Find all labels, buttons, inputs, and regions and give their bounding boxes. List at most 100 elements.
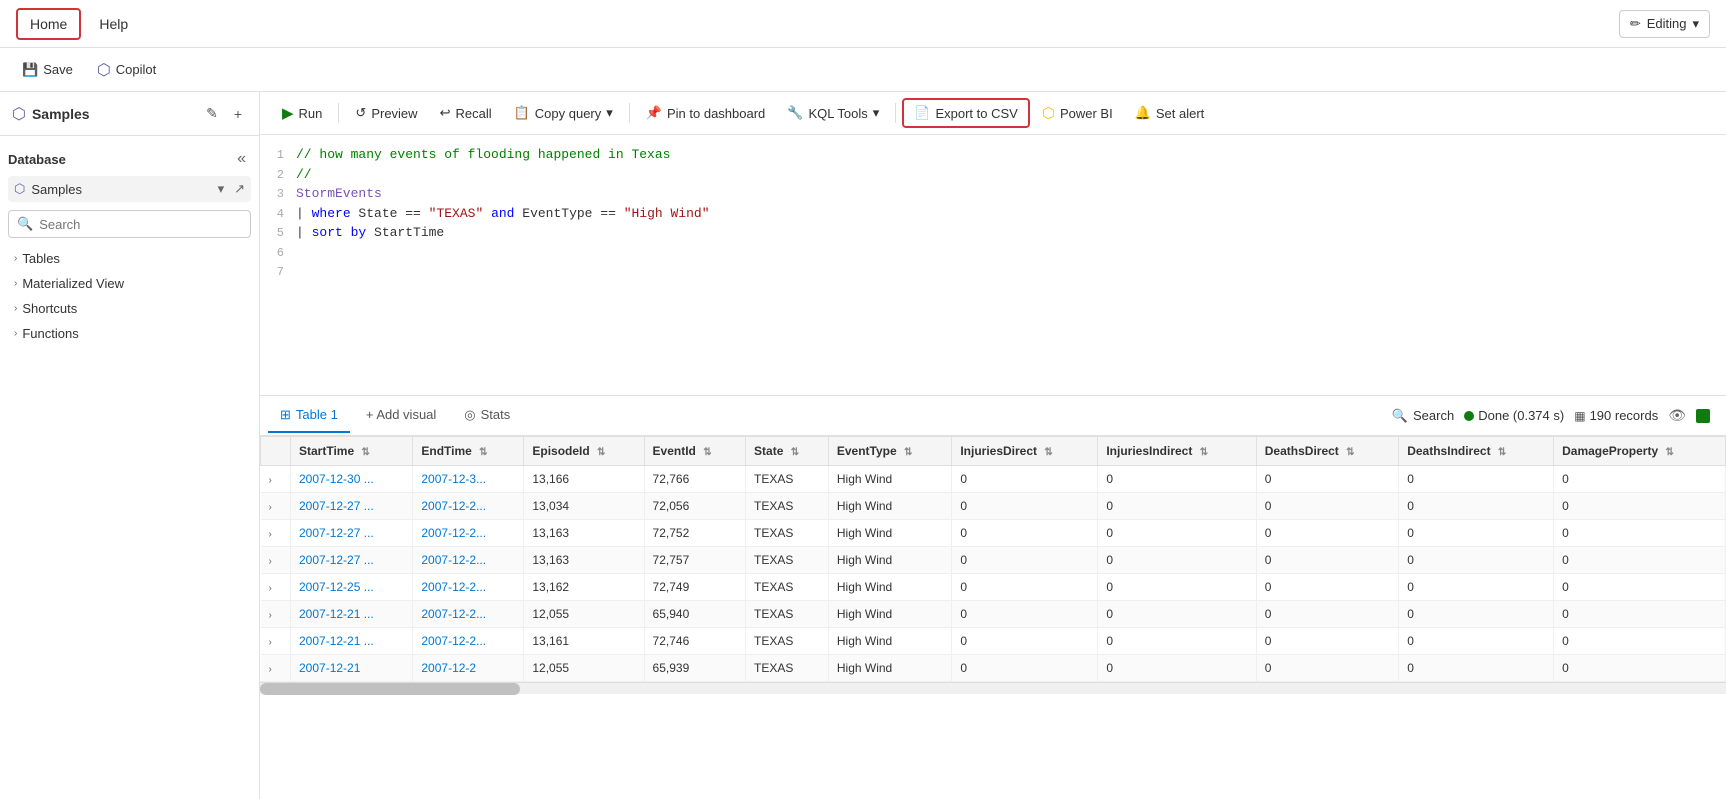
sidebar-item-functions[interactable]: › Functions <box>8 321 251 346</box>
db-selector[interactable]: ⬡ Samples ▾ ↗ <box>8 176 251 202</box>
add-workspace-button[interactable]: + <box>229 103 247 125</box>
pin-dashboard-button[interactable]: 📌 Pin to dashboard <box>636 100 775 126</box>
cell-episodeid: 13,166 <box>524 466 644 493</box>
nav-home[interactable]: Home <box>16 8 81 40</box>
col-episodeid[interactable]: EpisodeId ⇅ <box>524 437 644 466</box>
edit-workspace-button[interactable]: ✎ <box>201 102 223 125</box>
col-endtime[interactable]: EndTime ⇅ <box>413 437 524 466</box>
expand-cell[interactable]: › <box>261 466 291 493</box>
export-csv-button[interactable]: 📄 Export to CSV <box>902 98 1030 128</box>
cell-injdirect: 0 <box>952 466 1098 493</box>
cell-starttime[interactable]: 2007-12-25 ... <box>291 574 413 601</box>
copy-query-button[interactable]: 📋 Copy query ▾ <box>504 100 623 126</box>
tabs-right: 🔍 Search Done (0.374 s) ▦ 190 records 👁 <box>1392 407 1718 424</box>
col-deathsdirect[interactable]: DeathsDirect ⇅ <box>1256 437 1398 466</box>
samples-icon: ⬡ <box>12 104 26 124</box>
cell-starttime[interactable]: 2007-12-27 ... <box>291 520 413 547</box>
cell-starttime[interactable]: 2007-12-21 <box>291 655 413 682</box>
chevron-right-icon: › <box>14 278 17 289</box>
col-state[interactable]: State ⇅ <box>746 437 829 466</box>
preview-button[interactable]: ↺ Preview <box>345 100 427 126</box>
table-header: StartTime ⇅ EndTime ⇅ EpisodeId ⇅ EventI… <box>261 437 1726 466</box>
sidebar-item-shortcuts[interactable]: › Shortcuts <box>8 296 251 321</box>
set-alert-button[interactable]: 🔔 Set alert <box>1125 100 1215 126</box>
cell-episodeid: 13,034 <box>524 493 644 520</box>
cell-endtime[interactable]: 2007-12-2... <box>413 547 524 574</box>
workspace-label: Samples <box>32 106 195 122</box>
add-visual-tab[interactable]: + Add visual <box>354 399 448 432</box>
horizontal-scrollbar[interactable] <box>260 682 1726 694</box>
nav-help[interactable]: Help <box>85 8 142 40</box>
separator-1 <box>338 103 339 123</box>
cell-damageproperty: 0 <box>1554 628 1726 655</box>
editing-button[interactable]: ✏ Editing ▾ <box>1619 10 1710 38</box>
cell-starttime[interactable]: 2007-12-27 ... <box>291 493 413 520</box>
col-injindirect[interactable]: InjuriesIndirect ⇅ <box>1098 437 1256 466</box>
table-row: › 2007-12-27 ... 2007-12-2... 13,163 72,… <box>261 520 1726 547</box>
external-link-icon[interactable]: ↗ <box>234 181 245 197</box>
expand-cell[interactable]: › <box>261 493 291 520</box>
search-results-button[interactable]: 🔍 Search <box>1392 408 1454 424</box>
cell-eventid: 72,749 <box>644 574 746 601</box>
cell-injdirect: 0 <box>952 547 1098 574</box>
col-deathsindirect[interactable]: DeathsIndirect ⇅ <box>1399 437 1554 466</box>
code-editor[interactable]: 1 // how many events of flooding happene… <box>260 135 1726 395</box>
col-eventtype[interactable]: EventType ⇅ <box>828 437 951 466</box>
col-damageproperty[interactable]: DamageProperty ⇅ <box>1554 437 1726 466</box>
cell-starttime[interactable]: 2007-12-30 ... <box>291 466 413 493</box>
cell-deathsdirect: 0 <box>1256 655 1398 682</box>
cell-endtime[interactable]: 2007-12-2... <box>413 574 524 601</box>
expand-cell[interactable]: › <box>261 628 291 655</box>
copilot-button[interactable]: ⬡ Copilot <box>87 55 166 85</box>
expand-cell[interactable]: › <box>261 520 291 547</box>
data-table-wrap[interactable]: StartTime ⇅ EndTime ⇅ EpisodeId ⇅ EventI… <box>260 436 1726 799</box>
eye-icon[interactable]: 👁 <box>1668 407 1686 424</box>
separator-2 <box>629 103 630 123</box>
cell-endtime[interactable]: 2007-12-2... <box>413 520 524 547</box>
expand-cell[interactable]: › <box>261 601 291 628</box>
cell-injdirect: 0 <box>952 601 1098 628</box>
expand-cell[interactable]: › <box>261 574 291 601</box>
table-1-tab[interactable]: ⊞ Table 1 <box>268 399 350 433</box>
stats-tab[interactable]: ◎ Stats <box>452 399 522 433</box>
cell-endtime[interactable]: 2007-12-2... <box>413 601 524 628</box>
sidebar-header: ⬡ Samples ✎ + <box>0 92 259 136</box>
sidebar-item-materialized-view[interactable]: › Materialized View <box>8 271 251 296</box>
tables-label: Tables <box>22 251 60 266</box>
cell-starttime[interactable]: 2007-12-27 ... <box>291 547 413 574</box>
expand-cell[interactable]: › <box>261 655 291 682</box>
recall-button[interactable]: ↩ Recall <box>430 100 502 126</box>
kql-tools-button[interactable]: 🔧 KQL Tools ▾ <box>777 100 889 126</box>
cell-episodeid: 13,163 <box>524 547 644 574</box>
sidebar-item-tables[interactable]: › Tables <box>8 246 251 271</box>
cell-deathsdirect: 0 <box>1256 466 1398 493</box>
collapse-sidebar-button[interactable]: « <box>232 148 251 170</box>
save-button[interactable]: 💾 Save <box>12 57 83 83</box>
expand-cell[interactable]: › <box>261 547 291 574</box>
chevron-right-icon: › <box>14 303 17 314</box>
search-label: Search <box>1413 408 1454 423</box>
cell-endtime[interactable]: 2007-12-2... <box>413 628 524 655</box>
cell-eventtype: High Wind <box>828 547 951 574</box>
cell-injindirect: 0 <box>1098 520 1256 547</box>
cell-episodeid: 13,163 <box>524 520 644 547</box>
copy-icon: 📋 <box>514 105 530 121</box>
cell-endtime[interactable]: 2007-12-2 <box>413 655 524 682</box>
col-starttime[interactable]: StartTime ⇅ <box>291 437 413 466</box>
cell-deathsindirect: 0 <box>1399 574 1554 601</box>
cell-injindirect: 0 <box>1098 628 1256 655</box>
code-line-2: 2 // <box>260 165 1726 185</box>
col-eventid[interactable]: EventId ⇅ <box>644 437 746 466</box>
search-input[interactable] <box>39 217 242 232</box>
cell-injindirect: 0 <box>1098 466 1256 493</box>
cell-deathsdirect: 0 <box>1256 628 1398 655</box>
cell-endtime[interactable]: 2007-12-3... <box>413 466 524 493</box>
scrollbar-thumb[interactable] <box>260 683 520 695</box>
power-bi-button[interactable]: ⬡ Power BI <box>1032 99 1123 127</box>
cell-endtime[interactable]: 2007-12-2... <box>413 493 524 520</box>
cell-starttime[interactable]: 2007-12-21 ... <box>291 601 413 628</box>
cell-starttime[interactable]: 2007-12-21 ... <box>291 628 413 655</box>
col-injdirect[interactable]: InjuriesDirect ⇅ <box>952 437 1098 466</box>
run-button[interactable]: ▶ Run <box>272 99 332 127</box>
main-toolbar: 💾 Save ⬡ Copilot <box>0 48 1726 92</box>
